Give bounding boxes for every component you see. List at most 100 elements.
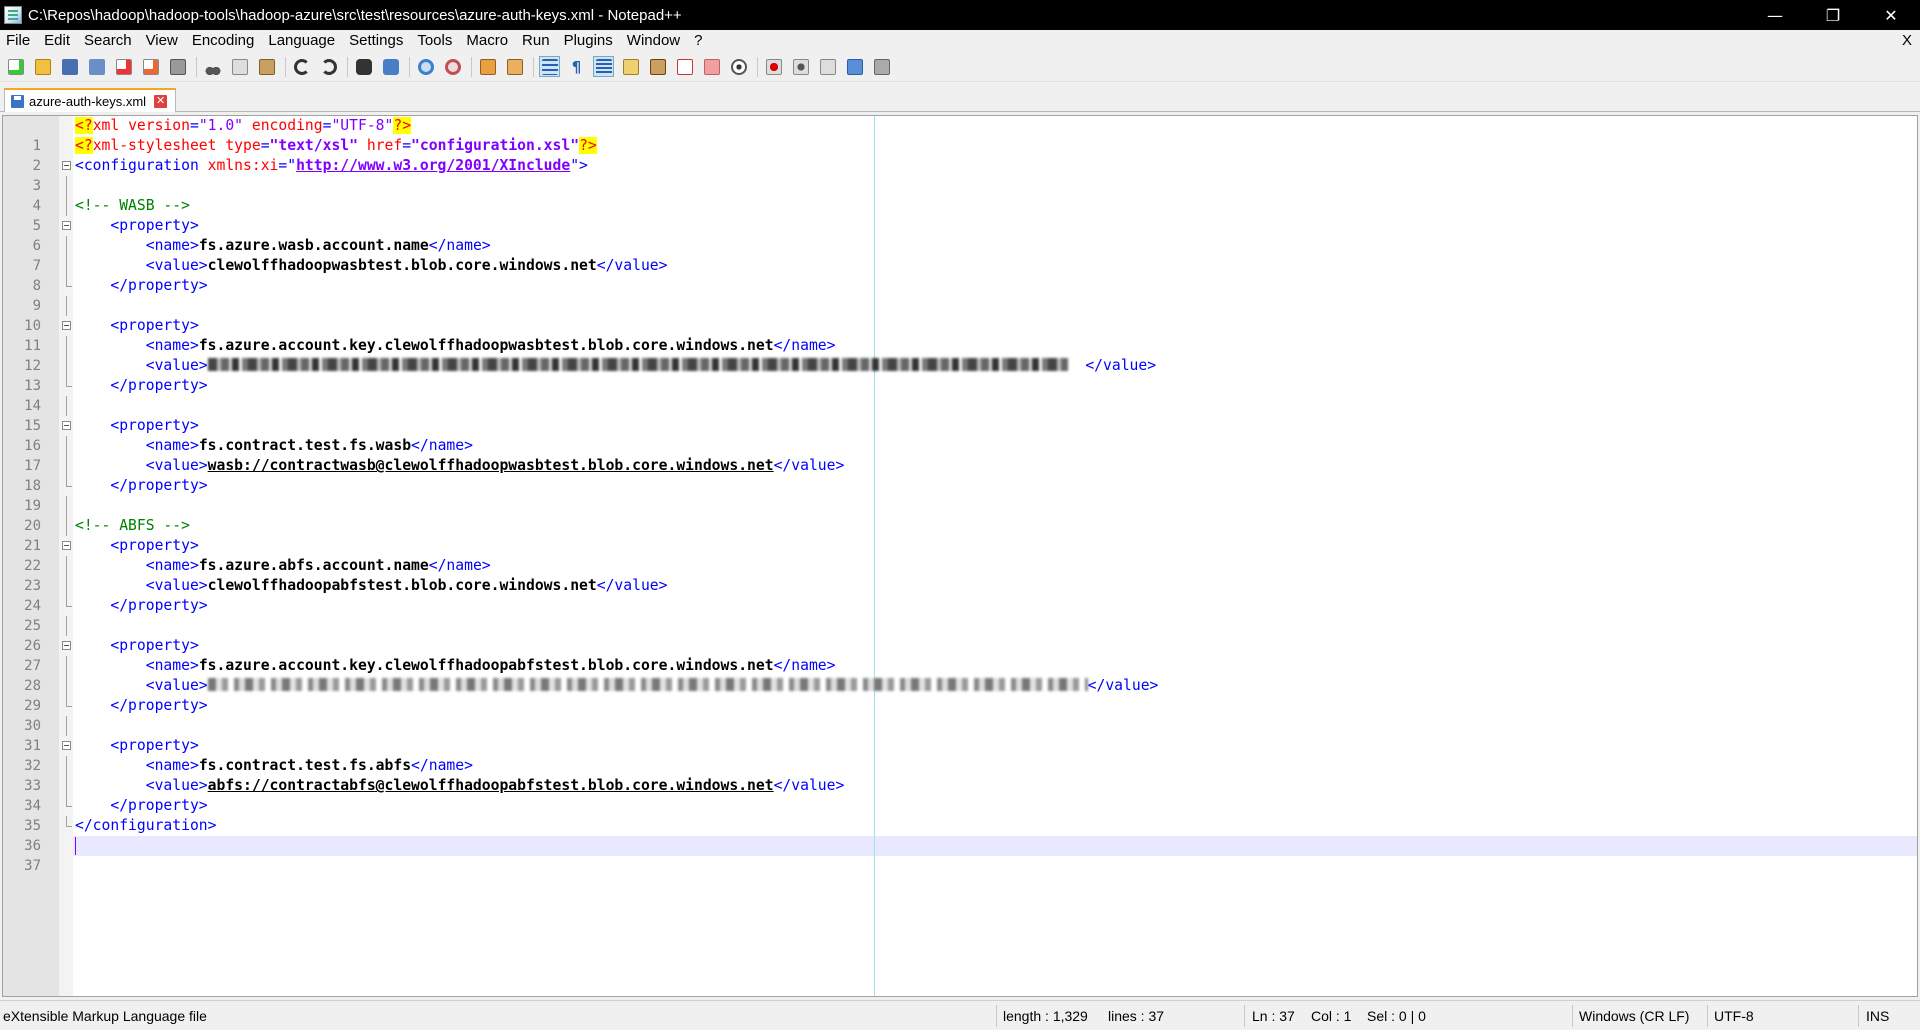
- zoom-in-icon[interactable]: [415, 56, 436, 77]
- menu-view[interactable]: View: [139, 30, 185, 52]
- code-line[interactable]: 30 </property>: [3, 696, 1917, 734]
- menu-plugins[interactable]: Plugins: [557, 30, 620, 52]
- status-insert-mode[interactable]: INS: [1866, 1001, 1889, 1030]
- fold-toggle-icon[interactable]: [62, 321, 71, 330]
- fold-toggle-icon[interactable]: [62, 641, 71, 650]
- stop-macro-icon[interactable]: [790, 56, 811, 77]
- code-line[interactable]: 22 <property>: [3, 536, 1917, 574]
- tab-azure-auth-keys[interactable]: azure-auth-keys.xml ✕: [4, 88, 177, 112]
- show-all-chars-icon[interactable]: ¶: [566, 56, 587, 77]
- cut-icon[interactable]: [202, 56, 223, 77]
- code-line[interactable]: 17 <name>fs.contract.test.fs.wasb</name>: [3, 436, 1917, 474]
- menu-macro[interactable]: Macro: [459, 30, 515, 52]
- code-line[interactable]: 14 </property>: [3, 376, 1917, 414]
- code-line[interactable]: 28 <name>fs.azure.account.key.clewolffha…: [3, 656, 1917, 694]
- editor[interactable]: 1 <?xml version="1.0" encoding="UTF-8"?>…: [2, 115, 1918, 997]
- code-line[interactable]: 19 </property>: [3, 476, 1917, 514]
- replace-icon[interactable]: [380, 56, 401, 77]
- code-line[interactable]: 13 <value> </value>: [3, 356, 1917, 394]
- code-line[interactable]: 7 <name>fs.azure.wasb.account.name</name…: [3, 236, 1917, 274]
- menu-search[interactable]: Search: [77, 30, 139, 52]
- code-line[interactable]: 15: [3, 396, 1917, 434]
- code-line[interactable]: 1 <?xml version="1.0" encoding="UTF-8"?>: [3, 116, 1917, 154]
- save-macro-icon[interactable]: [871, 56, 892, 77]
- indent-guide-icon[interactable]: [593, 56, 614, 77]
- code-line[interactable]: 31: [3, 716, 1917, 754]
- function-list-icon[interactable]: [674, 56, 695, 77]
- close-all-icon[interactable]: [140, 56, 161, 77]
- status-eol[interactable]: Windows (CR LF): [1579, 1001, 1689, 1030]
- code-line[interactable]: 32 <property>: [3, 736, 1917, 774]
- code-line[interactable]: 29 <value> </value>: [3, 676, 1917, 714]
- code-line[interactable]: 2 <?xml-stylesheet type="text/xsl" href=…: [3, 136, 1917, 174]
- redo-icon[interactable]: [318, 56, 339, 77]
- zoom-out-icon[interactable]: [442, 56, 463, 77]
- fold-toggle-icon[interactable]: [62, 541, 71, 550]
- run-macro-multiple-icon[interactable]: [844, 56, 865, 77]
- tab-close-icon[interactable]: ✕: [154, 94, 168, 108]
- save-icon[interactable]: [59, 56, 80, 77]
- code-line[interactable]: 20: [3, 496, 1917, 534]
- menu-run[interactable]: Run: [515, 30, 557, 52]
- code-line[interactable]: 12 <name>fs.azure.account.key.clewolffha…: [3, 336, 1917, 374]
- menu-edit[interactable]: Edit: [37, 30, 77, 52]
- new-file-icon[interactable]: [5, 56, 26, 77]
- code-line[interactable]: 35 </property>: [3, 796, 1917, 834]
- code-line[interactable]: 36 </configuration>: [3, 816, 1917, 854]
- code-line[interactable]: 11 <property>: [3, 316, 1917, 354]
- paste-icon[interactable]: [256, 56, 277, 77]
- monitoring-icon[interactable]: [728, 56, 749, 77]
- sync-horizontal-icon[interactable]: [504, 56, 525, 77]
- menu-file[interactable]: File: [0, 30, 37, 52]
- open-file-icon[interactable]: [32, 56, 53, 77]
- copy-icon[interactable]: [229, 56, 250, 77]
- menu-tools[interactable]: Tools: [410, 30, 459, 52]
- restore-button[interactable]: ❐: [1804, 0, 1862, 30]
- code-line[interactable]: 34 <value>abfs://contractabfs@clewolffha…: [3, 776, 1917, 814]
- menu-window[interactable]: Window: [620, 30, 687, 52]
- fold-toggle-icon[interactable]: [62, 221, 71, 230]
- find-icon[interactable]: [353, 56, 374, 77]
- fold-line: [66, 656, 67, 676]
- play-macro-icon[interactable]: [817, 56, 838, 77]
- udl-icon[interactable]: [620, 56, 641, 77]
- close-document-button[interactable]: X: [1902, 30, 1912, 52]
- doc-map-icon[interactable]: [647, 56, 668, 77]
- close-window-button[interactable]: ✕: [1862, 0, 1920, 30]
- code-line[interactable]: 18 <value>wasb://contractwasb@clewolffha…: [3, 456, 1917, 494]
- save-all-icon[interactable]: [86, 56, 107, 77]
- word-wrap-icon[interactable]: [539, 56, 560, 77]
- close-file-icon[interactable]: [113, 56, 134, 77]
- menu-help[interactable]: ?: [687, 30, 709, 52]
- print-icon[interactable]: [167, 56, 188, 77]
- code-line[interactable]: 16 <property>: [3, 416, 1917, 454]
- code-line[interactable]: 24 <value>clewolffhadoopabfstest.blob.co…: [3, 576, 1917, 614]
- menu-language[interactable]: Language: [261, 30, 342, 52]
- code-line[interactable]: 25 </property>: [3, 596, 1917, 634]
- code-line[interactable]: 37: [3, 836, 1917, 874]
- code-line[interactable]: 26: [3, 616, 1917, 654]
- code-line[interactable]: 27 <property>: [3, 636, 1917, 674]
- code-line[interactable]: 9 </property>: [3, 276, 1917, 314]
- menu-encoding[interactable]: Encoding: [185, 30, 262, 52]
- folder-workspace-icon[interactable]: [701, 56, 722, 77]
- status-encoding[interactable]: UTF-8: [1714, 1001, 1754, 1030]
- code-line[interactable]: 4: [3, 176, 1917, 214]
- fold-toggle-icon[interactable]: [62, 161, 71, 170]
- code-line[interactable]: 21 <!-- ABFS -->: [3, 516, 1917, 554]
- fold-toggle-icon[interactable]: [62, 741, 71, 750]
- sync-vertical-icon[interactable]: [477, 56, 498, 77]
- code-line[interactable]: 6 <property>: [3, 216, 1917, 254]
- undo-icon[interactable]: [291, 56, 312, 77]
- code-line[interactable]: 3 <configuration xmlns:xi="http://www.w3…: [3, 156, 1917, 194]
- code-line[interactable]: 8 <value>clewolffhadoopwasbtest.blob.cor…: [3, 256, 1917, 294]
- menu-settings[interactable]: Settings: [342, 30, 410, 52]
- code-line[interactable]: 10: [3, 296, 1917, 334]
- code-line[interactable]: 33 <name>fs.contract.test.fs.abfs</name>: [3, 756, 1917, 794]
- code-line[interactable]: 23 <name>fs.azure.abfs.account.name</nam…: [3, 556, 1917, 594]
- minimize-button[interactable]: —: [1746, 0, 1804, 30]
- code-line[interactable]: 5 <!-- WASB -->: [3, 196, 1917, 234]
- url-link[interactable]: http://www.w3.org/2001/XInclude: [296, 157, 570, 174]
- fold-toggle-icon[interactable]: [62, 421, 71, 430]
- record-macro-icon[interactable]: [763, 56, 784, 77]
